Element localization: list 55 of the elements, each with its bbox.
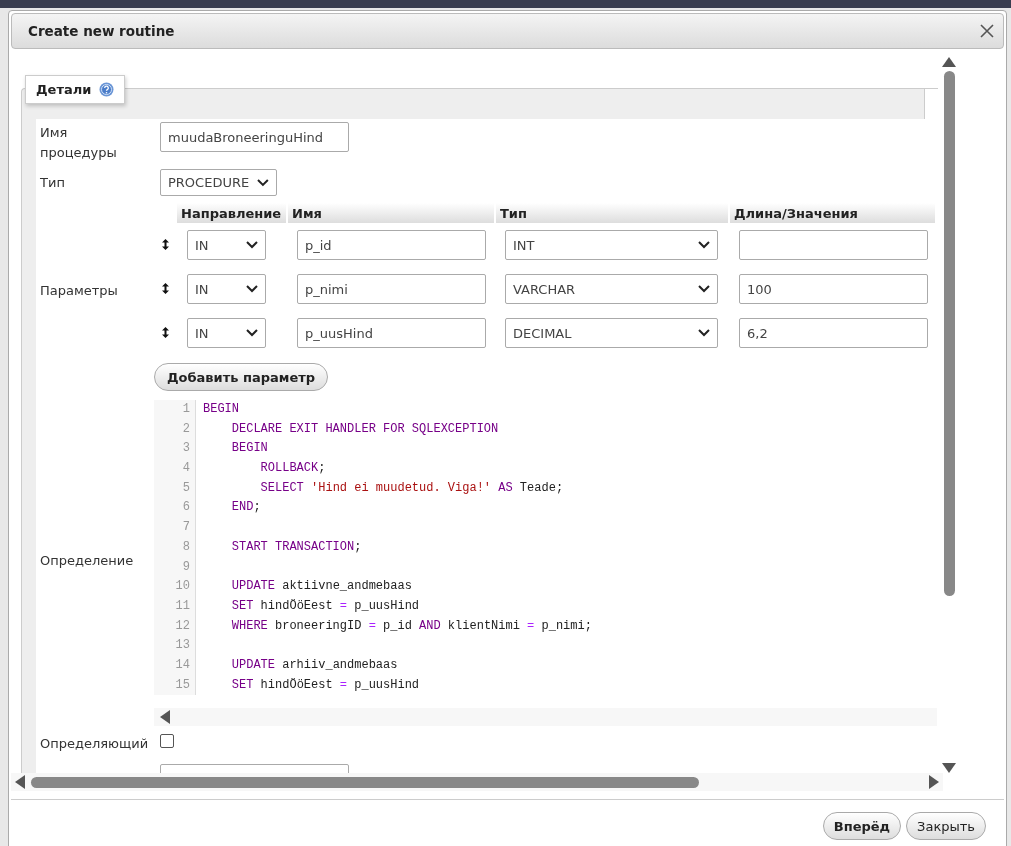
- line-number: 11: [154, 596, 196, 617]
- code-line: SET hindÖöEest = p_uusHind: [230, 676, 420, 694]
- name-field[interactable]: muudaBroneeringuHind: [160, 122, 349, 152]
- parameter-name-field[interactable]: p_uusHind: [297, 318, 486, 348]
- line-number: 15: [154, 675, 196, 696]
- code-line: UPDATE aktiivne_andmebaas: [230, 578, 412, 596]
- line-number: 7: [154, 518, 196, 538]
- length-field[interactable]: 6,2: [739, 318, 928, 348]
- line-number: 9: [154, 557, 196, 578]
- type-select[interactable]: VARCHAR: [505, 274, 718, 304]
- code-line: ROLLBACK;: [259, 460, 326, 478]
- code-line: BEGIN: [202, 401, 239, 418]
- type-select[interactable]: PROCEDURE: [160, 169, 277, 196]
- field-label: Определение: [40, 552, 134, 570]
- field-label: Имя процедуры: [40, 124, 118, 162]
- direction-select[interactable]: IN: [187, 230, 266, 260]
- tab-label: Детали: [36, 82, 92, 97]
- column-header: Имя: [287, 203, 495, 223]
- parameter-name-field[interactable]: p_nimi: [297, 274, 486, 304]
- field-label: Тип: [39, 174, 66, 192]
- direction-select[interactable]: IN: [187, 274, 266, 304]
- line-number: 12: [154, 616, 196, 637]
- line-number: 3: [154, 439, 196, 460]
- next-button[interactable]: Вперёд: [822, 812, 902, 840]
- line-number: 8: [154, 537, 196, 558]
- line-number: 14: [154, 655, 196, 676]
- length-field[interactable]: 100: [739, 274, 928, 304]
- column-header: Направление: [177, 203, 287, 223]
- line-number: 13: [154, 636, 196, 656]
- add-parameter-button[interactable]: Добавить параметр: [154, 363, 329, 391]
- type-select[interactable]: INT: [505, 230, 718, 260]
- column-header: Тип: [495, 203, 729, 223]
- parameter-name-field[interactable]: p_id: [297, 230, 486, 260]
- code-line: SELECT 'Hind ei muudetud. Viga!' AS Teade;: [259, 479, 564, 497]
- code-line: SET hindÖöEest = p_uusHind: [230, 597, 420, 615]
- type-select[interactable]: DECIMAL: [505, 318, 718, 348]
- line-number: 2: [154, 419, 196, 440]
- details-tab[interactable]: Детали: [25, 75, 126, 104]
- code-line: DECLARE EXIT HANDLER FOR SQLEXCEPTION: [230, 420, 499, 438]
- line-number: 4: [154, 459, 196, 479]
- dialog-title: Create new routine: [28, 23, 175, 39]
- code-line: WHERE broneeringID = p_id AND klientNimi = p_nimi;: [230, 617, 592, 635]
- line-number: 6: [154, 498, 196, 519]
- code-line: BEGIN: [230, 440, 268, 458]
- field-label: Определяющий: [39, 735, 150, 753]
- direction-select[interactable]: IN: [187, 318, 266, 348]
- line-number: 5: [154, 478, 196, 499]
- line-number: 10: [154, 577, 196, 597]
- field-label: Параметры: [40, 282, 118, 300]
- code-line: START TRANSACTION;: [230, 538, 362, 556]
- code-line: UPDATE arhiiv_andmebaas: [230, 656, 398, 674]
- code-line: END;: [230, 499, 261, 517]
- column-header: Длина/Значения: [729, 203, 936, 223]
- line-number: 1: [154, 400, 196, 420]
- close-button[interactable]: Закрыть: [906, 812, 986, 840]
